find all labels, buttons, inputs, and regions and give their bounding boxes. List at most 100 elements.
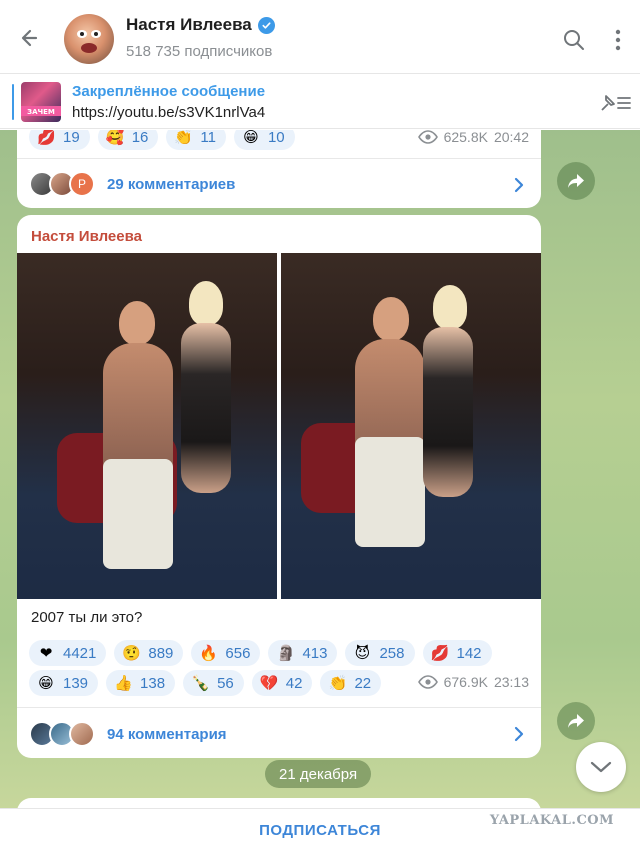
watermark: YAPLAKAL.COM [489,813,614,828]
scroll-to-bottom-button[interactable] [576,742,626,792]
channel-name: Настя Ивлеева [126,15,252,34]
reactions-row: 😁 139 👍 138 🍾 56 💔 42 👏 22 [29,670,382,696]
reaction-count: 16 [131,130,149,146]
commenter-avatars [29,721,95,747]
grin-emoji-icon: 😁 [243,130,259,146]
chevron-right-icon [513,725,525,743]
chat-header: Настя Ивлеева 518 735 подписчиков [0,0,640,74]
share-arrow-icon [568,714,584,728]
clap-emoji-icon: 👏 [328,674,348,692]
pinned-list-icon[interactable] [598,92,632,114]
reaction-chip[interactable]: 🤨 889 [114,640,184,666]
reaction-chip[interactable]: 👏 22 [320,670,382,696]
reaction-count: 22 [354,674,372,692]
views-count: 676.9K [443,674,488,690]
pinned-message[interactable]: ЗАЧЕМ Закреплённое сообщение https://you… [0,74,640,129]
post-photo-1[interactable] [17,253,277,599]
avatar [69,721,95,747]
reaction-chip[interactable]: 💋 142 [422,640,492,666]
comments-link[interactable]: 94 комментария [29,718,227,750]
channel-post-2: Настя Ивлеева 2007 ты ли это? ❤ 4421 🤨 889… [17,215,541,758]
fire-emoji-icon: 🔥 [199,644,219,662]
clap-emoji-icon: 👏 [174,130,194,146]
reaction-chip[interactable]: 🔥 656 [191,640,261,666]
divider [17,707,541,708]
chat-background: 💋 19 🥰 16 👏 11 😁 10 625.8K 20:42 P 29 коммен… [0,130,640,808]
reaction-count: 56 [217,674,234,692]
verified-badge-icon [257,16,275,34]
reaction-chip[interactable]: 💋 19 [29,130,90,150]
reaction-chip[interactable]: 🗿 413 [268,640,338,666]
reaction-count: 42 [285,674,303,692]
more-vertical-icon[interactable] [606,28,630,52]
devil-emoji-icon: 😈 [354,644,371,662]
reaction-chip[interactable]: 🍾 56 [183,670,244,696]
forward-share-button[interactable] [557,702,595,740]
reaction-count: 258 [379,644,405,662]
channel-title[interactable]: Настя Ивлеева [126,15,275,35]
photo-figure [355,437,425,547]
photo-figure [103,459,173,569]
reaction-chip[interactable]: 🥰 16 [97,130,159,150]
photo-figure [119,301,155,345]
kiss-emoji-icon: 💋 [37,130,56,146]
pinned-indicator-bar [12,84,14,120]
comments-count: 29 комментариев [107,175,236,193]
post-time: 23:13 [493,674,529,690]
avatar-letter: P [77,177,86,191]
pinned-thumb-text: ЗАЧЕМ [27,108,55,116]
reaction-chip[interactable]: 😁 10 [233,130,295,150]
reaction-count: 10 [267,130,285,146]
date-separator: 21 декабря [265,760,372,788]
post-author[interactable]: Настя Ивлеева [31,228,142,245]
smiling-hearts-emoji-icon: 🥰 [105,130,125,146]
post-meta: 625.8K 20:42 [417,130,529,145]
divider [17,158,541,159]
thumbs-up-emoji-icon: 👍 [114,674,133,692]
comments-link[interactable]: P 29 комментариев [29,168,235,200]
reaction-count: 139 [63,674,89,692]
search-icon[interactable] [562,28,586,52]
next-post-edge [17,798,541,808]
reactions-row: ❤ 4421 🤨 889 🔥 656 🗿 413 😈 258 💋 142 [29,640,492,666]
raised-eyebrow-emoji-icon: 🤨 [122,644,142,662]
commenter-avatars: P [29,171,95,197]
forward-share-button[interactable] [557,162,595,200]
reaction-chip[interactable]: 👏 11 [166,130,226,150]
reaction-chip[interactable]: 👍 138 [106,670,176,696]
comments-count: 94 комментария [107,725,227,743]
reaction-count: 656 [225,644,251,662]
photo-figure [433,285,467,329]
moai-emoji-icon: 🗿 [276,644,296,662]
reaction-chip[interactable]: ❤ 4421 [29,640,107,666]
broken-heart-emoji-icon: 💔 [259,674,279,692]
reactions-row: 💋 19 🥰 16 👏 11 😁 10 [29,130,295,150]
back-arrow-icon[interactable] [14,22,46,54]
reaction-chip[interactable]: 💔 42 [251,670,313,696]
reaction-count: 4421 [63,644,97,662]
avatar: P [69,171,95,197]
chevron-down-icon [590,761,612,773]
reaction-count: 413 [302,644,328,662]
post-meta: 676.9K 23:13 [417,674,529,690]
views-count: 625.8K [443,130,488,145]
reaction-chip[interactable]: 😈 258 [345,640,415,666]
heart-emoji-icon: ❤ [39,644,53,662]
channel-post-1: 💋 19 🥰 16 👏 11 😁 10 625.8K 20:42 P 29 коммен… [17,130,541,208]
kiss-emoji-icon: 💋 [430,644,450,662]
photo-figure [189,281,223,325]
photo-figure [423,327,473,497]
pinned-link[interactable]: https://youtu.be/s3VK1nrlVa4 [72,104,265,121]
pinned-thumbnail: ЗАЧЕМ [21,82,61,122]
reaction-count: 889 [148,644,174,662]
channel-avatar[interactable] [64,14,114,64]
reaction-chip[interactable]: 😁 139 [29,670,99,696]
reaction-count: 138 [140,674,166,692]
photo-figure [373,297,409,341]
views-eye-icon [417,130,438,144]
bottom-bar: ПОДПИСАТЬСЯ YAPLAKAL.COM [0,808,640,850]
pinned-title: Закреплённое сообщение [72,83,266,100]
post-photo-2[interactable] [281,253,541,599]
post-time: 20:42 [493,130,529,145]
reaction-count: 19 [63,130,80,146]
